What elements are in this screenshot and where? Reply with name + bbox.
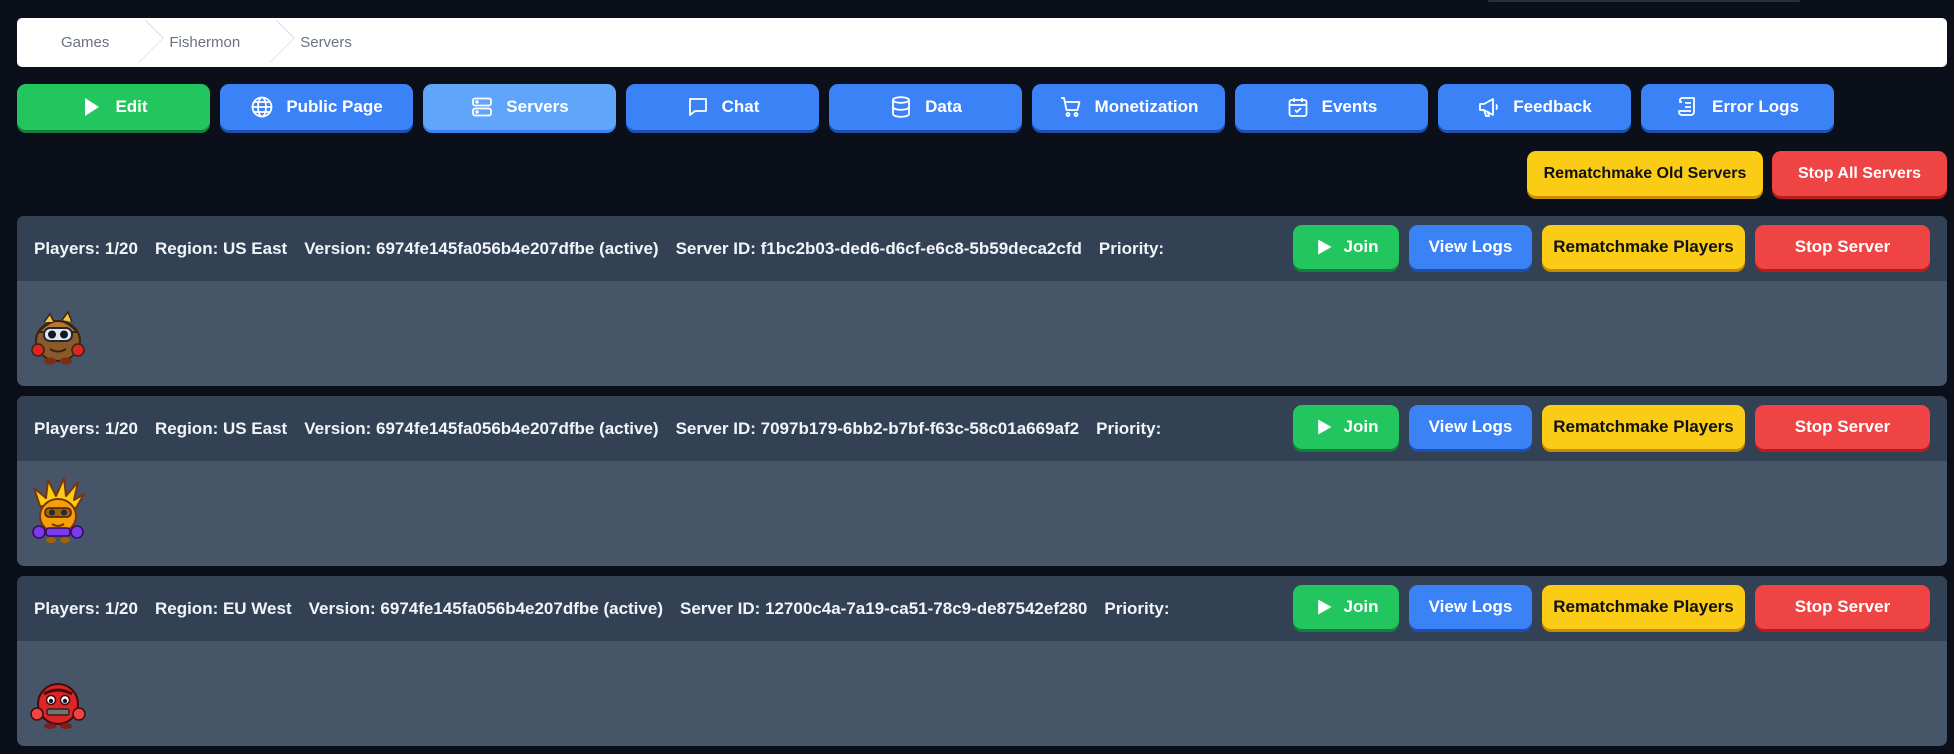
join-button[interactable]: Join bbox=[1293, 585, 1399, 629]
tab-label: Public Page bbox=[286, 97, 383, 116]
stop-server-button[interactable]: Stop Server bbox=[1755, 585, 1930, 629]
server-players-area bbox=[17, 461, 1947, 566]
red-blob-creature-avatar[interactable] bbox=[30, 678, 86, 730]
join-button[interactable]: Join bbox=[1293, 405, 1399, 449]
tab-label: Data bbox=[925, 97, 962, 116]
stop-server-button[interactable]: Stop Server bbox=[1755, 405, 1930, 449]
tab-label: Edit bbox=[115, 97, 148, 116]
server-icon bbox=[472, 97, 493, 117]
server-header: Players: 1/20 Region: US East Version: 6… bbox=[17, 216, 1947, 281]
server-card: Players: 1/20 Region: US East Version: 6… bbox=[17, 396, 1947, 566]
scroll-icon bbox=[1678, 97, 1695, 116]
tab-label: Chat bbox=[721, 97, 760, 116]
priority: Priority: bbox=[1098, 238, 1165, 258]
join-label: Join bbox=[1343, 417, 1379, 436]
breadcrumb-servers: Servers bbox=[300, 34, 352, 51]
server-actions: Join View Logs Rematchmake Players Stop … bbox=[1293, 585, 1930, 629]
server-header: Players: 1/20 Region: EU West Version: 6… bbox=[17, 576, 1947, 641]
join-button[interactable]: Join bbox=[1293, 225, 1399, 269]
server-actions: Join View Logs Rematchmake Players Stop … bbox=[1293, 225, 1930, 269]
breadcrumb: Games Fishermon Servers bbox=[17, 18, 1947, 67]
version: Version: 6974fe145fa056b4e207dfbe (activ… bbox=[308, 598, 663, 618]
tab-label: Monetization bbox=[1094, 97, 1199, 116]
region: Region: US East bbox=[154, 238, 288, 258]
priority: Priority: bbox=[1096, 418, 1162, 438]
region: Region: EU West bbox=[154, 598, 292, 618]
view-logs-button[interactable]: View Logs bbox=[1409, 225, 1532, 269]
tab-edit[interactable]: Edit bbox=[17, 84, 210, 130]
megaphone-icon bbox=[1479, 98, 1499, 117]
server-id: Server ID: f1bc2b03-ded6-d6cf-e6c8-5b59d… bbox=[675, 238, 1082, 258]
server-header: Players: 1/20 Region: US East Version: 6… bbox=[17, 396, 1947, 461]
breadcrumb-separator bbox=[270, 18, 292, 67]
server-card: Players: 1/20 Region: EU West Version: 6… bbox=[17, 576, 1947, 746]
join-label: Join bbox=[1343, 237, 1379, 256]
players-count: Players: 1/20 bbox=[34, 418, 138, 438]
server-players-area bbox=[17, 641, 1947, 746]
top-edge-shadow bbox=[1488, 0, 1800, 2]
view-logs-button[interactable]: View Logs bbox=[1409, 585, 1532, 629]
server-actions: Join View Logs Rematchmake Players Stop … bbox=[1293, 405, 1930, 449]
tab-monetization[interactable]: Monetization bbox=[1032, 84, 1225, 130]
server-card: Players: 1/20 Region: US East Version: 6… bbox=[17, 216, 1947, 386]
version: Version: 6974fe145fa056b4e207dfbe (activ… bbox=[304, 418, 659, 438]
yellow-spiky-creature-avatar[interactable] bbox=[30, 478, 86, 544]
chat-icon bbox=[688, 98, 707, 116]
global-actions: Rematchmake Old Servers Stop All Servers bbox=[1527, 151, 1947, 196]
stop-all-servers-button[interactable]: Stop All Servers bbox=[1772, 151, 1947, 196]
server-players-area bbox=[17, 281, 1947, 386]
rematchmake-players-button[interactable]: Rematchmake Players bbox=[1542, 585, 1745, 629]
rematchmake-players-button[interactable]: Rematchmake Players bbox=[1542, 405, 1745, 449]
play-icon bbox=[1317, 599, 1332, 615]
stop-server-button[interactable]: Stop Server bbox=[1755, 225, 1930, 269]
priority: Priority: bbox=[1104, 598, 1170, 618]
rematchmake-players-button[interactable]: Rematchmake Players bbox=[1542, 225, 1745, 269]
play-icon bbox=[1317, 419, 1332, 435]
tab-public-page[interactable]: Public Page bbox=[220, 84, 413, 130]
tab-servers[interactable]: Servers bbox=[423, 84, 616, 130]
view-logs-button[interactable]: View Logs bbox=[1409, 405, 1532, 449]
rematchmake-old-servers-button[interactable]: Rematchmake Old Servers bbox=[1527, 151, 1763, 196]
breadcrumb-games[interactable]: Games bbox=[17, 18, 139, 67]
server-list: Players: 1/20 Region: US East Version: 6… bbox=[17, 216, 1947, 754]
play-icon bbox=[1317, 239, 1332, 255]
players-count: Players: 1/20 bbox=[34, 598, 138, 618]
join-label: Join bbox=[1343, 597, 1379, 616]
globe-icon bbox=[251, 96, 273, 118]
tab-error-logs[interactable]: Error Logs bbox=[1641, 84, 1834, 130]
game-nav: Edit Public Page Servers Chat Data Monet… bbox=[17, 84, 1834, 130]
players-count: Players: 1/20 bbox=[34, 238, 138, 258]
breadcrumb-separator bbox=[139, 18, 161, 67]
tab-chat[interactable]: Chat bbox=[626, 84, 819, 130]
calendar-icon bbox=[1288, 98, 1308, 117]
tab-label: Error Logs bbox=[1712, 97, 1799, 116]
tab-label: Events bbox=[1321, 97, 1378, 116]
play-icon bbox=[85, 98, 100, 116]
cart-icon bbox=[1060, 97, 1080, 117]
database-icon bbox=[892, 96, 910, 118]
tab-data[interactable]: Data bbox=[829, 84, 1022, 130]
server-id: Server ID: 7097b179-6bb2-b7bf-f63c-58c01… bbox=[675, 418, 1080, 438]
tab-label: Feedback bbox=[1513, 97, 1592, 116]
brown-helmet-creature-avatar[interactable] bbox=[30, 308, 86, 366]
region: Region: US East bbox=[154, 418, 288, 438]
tab-events[interactable]: Events bbox=[1235, 84, 1428, 130]
server-id: Server ID: 12700c4a-7a19-ca51-78c9-de875… bbox=[679, 598, 1088, 618]
tab-label: Servers bbox=[506, 97, 569, 116]
version: Version: 6974fe145fa056b4e207dfbe (activ… bbox=[304, 238, 659, 258]
tab-feedback[interactable]: Feedback bbox=[1438, 84, 1631, 130]
